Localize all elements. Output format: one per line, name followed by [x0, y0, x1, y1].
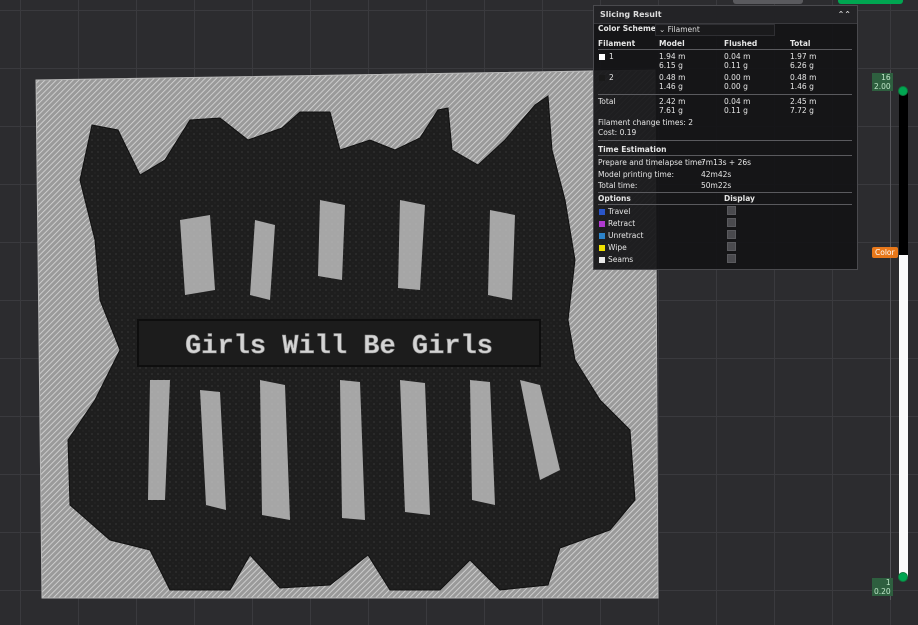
- total-total-m: 2.45 m: [790, 97, 817, 106]
- option-unretract-label: Unretract: [608, 231, 644, 240]
- top-layer-height: 2.00: [874, 82, 891, 91]
- options-header: Options: [598, 194, 631, 203]
- filament-1-flushed-m: 0.04 m: [724, 52, 751, 61]
- layer-slider-bottom-handle[interactable]: [898, 572, 908, 582]
- filament-1-total-g: 6.26 g: [790, 61, 814, 70]
- bottom-layer-height: 0.20: [874, 587, 891, 596]
- seams-swatch: [599, 257, 605, 263]
- panel-header: Slicing Result ⌃⌃: [594, 6, 857, 24]
- display-header: Display: [724, 194, 755, 203]
- option-wipe-checkbox[interactable]: [727, 242, 736, 251]
- total-flushed-m: 0.04 m: [724, 97, 751, 106]
- cost: Cost: 0.19: [598, 128, 637, 137]
- color-change-tag[interactable]: Color: [872, 247, 898, 258]
- total-time-label: Total time:: [598, 181, 638, 190]
- filament-2-total-m: 0.48 m: [790, 73, 817, 82]
- filament-change-times: Filament change times: 2: [598, 118, 694, 127]
- time-title-divider: [598, 155, 852, 156]
- banner-text: Girls Will Be Girls: [185, 332, 493, 362]
- total-flushed-g: 0.11 g: [724, 106, 748, 115]
- total-label: Total: [598, 97, 616, 106]
- option-wipe-label: Wipe: [608, 243, 627, 252]
- bottom-layer-label: 1 0.20: [872, 578, 893, 596]
- top-layer-number: 16: [881, 73, 891, 82]
- bottom-layer-number: 1: [885, 578, 891, 587]
- panel-title: Slicing Result: [600, 10, 662, 19]
- prepare-label: Prepare and timelapse time:: [598, 158, 705, 167]
- filament-2-model-m: 0.48 m: [659, 73, 686, 82]
- wipe-swatch: [599, 245, 605, 251]
- prepare-value: 7m13s + 26s: [701, 158, 752, 167]
- col-total: Total: [790, 39, 811, 48]
- option-travel-label: Travel: [608, 207, 631, 216]
- col-flushed: Flushed: [724, 39, 758, 48]
- filament-2-flushed-m: 0.00 m: [724, 73, 751, 82]
- top-layer-label: 16 2.00: [872, 73, 893, 91]
- filament-2-total-g: 1.46 g: [790, 82, 814, 91]
- option-retract-label: Retract: [608, 219, 636, 228]
- filament-1-total-m: 1.97 m: [790, 52, 817, 61]
- filament-2-model-g: 1.46 g: [659, 82, 683, 91]
- travel-swatch: [599, 209, 605, 215]
- total-total-g: 7.72 g: [790, 106, 814, 115]
- filament-1-model-m: 1.94 m: [659, 52, 686, 61]
- collapse-icon[interactable]: ⌃⌃: [838, 10, 851, 19]
- col-filament: Filament: [598, 39, 636, 48]
- layer-slider-top-handle[interactable]: [898, 86, 908, 96]
- side-divider: [890, 70, 891, 600]
- layer-slider-track-lower[interactable]: [899, 255, 908, 577]
- filament-1-swatch: [599, 54, 605, 60]
- unretract-swatch: [599, 233, 605, 239]
- option-travel-checkbox[interactable]: [727, 206, 736, 215]
- time-divider: [598, 140, 852, 141]
- table-divider: [598, 49, 852, 50]
- model-time-value: 42m42s: [701, 170, 732, 179]
- total-model-m: 2.42 m: [659, 97, 686, 106]
- col-model: Model: [659, 39, 685, 48]
- option-retract-checkbox[interactable]: [727, 218, 736, 227]
- options-header-divider: [598, 204, 852, 205]
- layer-slider-track-upper[interactable]: [899, 90, 908, 255]
- filament-1-flushed-g: 0.11 g: [724, 61, 748, 70]
- option-seams-label: Seams: [608, 255, 634, 264]
- color-scheme-value: Filament: [667, 25, 700, 34]
- filament-2-name: 2: [609, 73, 614, 82]
- filament-2-flushed-g: 0.00 g: [724, 82, 748, 91]
- model-time-label: Model printing time:: [598, 170, 674, 179]
- filament-2-swatch: [599, 75, 605, 81]
- total-time-value: 50m22s: [701, 181, 732, 190]
- filament-1-model-g: 6.15 g: [659, 61, 683, 70]
- color-scheme-select[interactable]: ⌄ Filament: [655, 24, 775, 36]
- chevron-down-icon: ⌄: [659, 25, 668, 34]
- retract-swatch: [599, 221, 605, 227]
- color-scheme-label: Color Scheme: [598, 24, 656, 33]
- options-divider: [598, 192, 852, 193]
- total-divider: [598, 94, 852, 95]
- option-seams-checkbox[interactable]: [727, 254, 736, 263]
- option-unretract-checkbox[interactable]: [727, 230, 736, 239]
- time-estimation-title: Time Estimation: [598, 145, 667, 154]
- total-model-g: 7.61 g: [659, 106, 683, 115]
- filament-1-name: 1: [609, 52, 614, 61]
